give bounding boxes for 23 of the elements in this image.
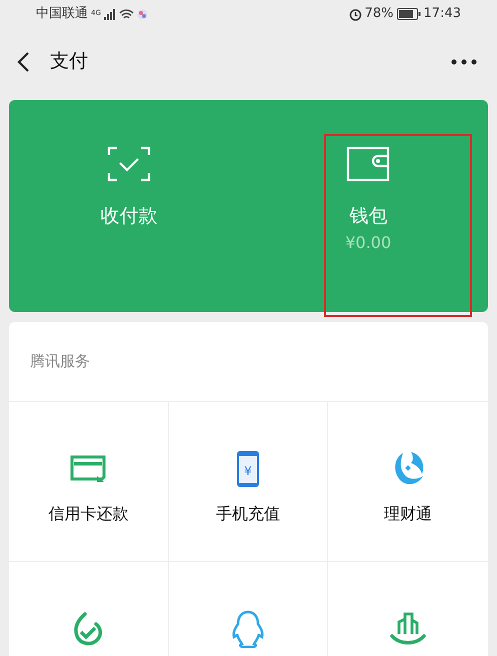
back-button[interactable] bbox=[16, 50, 32, 72]
wallet-icon bbox=[346, 146, 390, 182]
pay-card-label: 收付款 bbox=[100, 204, 158, 229]
scan-check-icon bbox=[106, 146, 151, 182]
clock-time: 17:43 bbox=[424, 5, 461, 24]
service-label: 信用卡还款 bbox=[48, 503, 128, 525]
signal-icon bbox=[104, 8, 116, 20]
pay-card-label: 钱包 bbox=[349, 204, 388, 229]
service-tile[interactable]: 信用卡还款 bbox=[9, 402, 169, 562]
carrier-name: 中国联通 bbox=[36, 5, 88, 24]
battery-percent: 78% bbox=[364, 5, 394, 24]
app-icon bbox=[136, 8, 148, 20]
more-button[interactable] bbox=[451, 56, 477, 66]
service-label: 手机充值 bbox=[216, 503, 280, 525]
page-title: 支付 bbox=[50, 49, 88, 74]
section-title: 腾讯服务 bbox=[30, 351, 90, 372]
service-tile[interactable]: 理财通 bbox=[328, 402, 488, 562]
wifi-icon bbox=[118, 8, 134, 20]
service-label: 理财通 bbox=[384, 503, 432, 525]
service-tile[interactable]: ¥ 手机充值 bbox=[168, 402, 328, 562]
alarm-icon bbox=[348, 8, 362, 20]
battery-icon bbox=[396, 8, 421, 20]
wallet-balance: ¥0.00 bbox=[345, 232, 392, 254]
